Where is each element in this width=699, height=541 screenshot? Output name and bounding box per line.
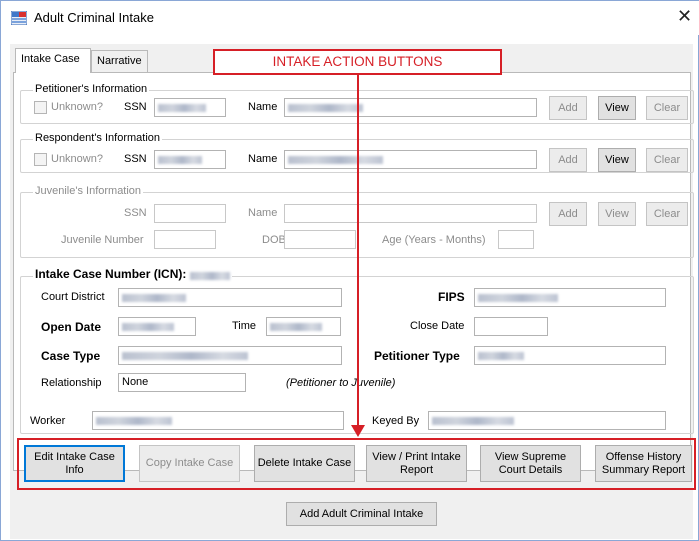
fips-label: FIPS — [438, 290, 465, 304]
respondent-name-label: Name — [248, 153, 278, 165]
case-type-field[interactable] — [118, 346, 342, 365]
open-date-field[interactable] — [118, 317, 196, 336]
respondent-name-field[interactable] — [284, 150, 537, 169]
petitioner-ssn-label: SSN — [124, 101, 147, 113]
fips-field[interactable] — [474, 288, 666, 307]
court-district-label: Court District — [41, 291, 105, 303]
relationship-label: Relationship — [41, 377, 102, 389]
petitioner-type-label: Petitioner Type — [374, 349, 460, 363]
juvenile-group-title: Juvenile's Information — [33, 185, 144, 197]
time-field[interactable] — [266, 317, 341, 336]
juvenile-name-label: Name — [248, 207, 278, 219]
respondent-unknown-label: Unknown? — [51, 153, 103, 165]
icn-value — [189, 272, 230, 281]
juvenile-name-field[interactable] — [284, 204, 537, 223]
form-icon — [11, 11, 27, 25]
keyed-by-label: Keyed By — [372, 415, 420, 427]
petitioner-add-button[interactable]: Add — [549, 96, 587, 120]
intake-action-buttons-callout: INTAKE ACTION BUTTONS — [213, 49, 502, 75]
worker-field[interactable] — [92, 411, 344, 430]
tab-narrative[interactable]: Narrative — [91, 50, 148, 72]
callout-arrow-line — [357, 75, 359, 427]
juvenile-age-field[interactable] — [498, 230, 534, 249]
petitioner-view-button[interactable]: View — [598, 96, 636, 120]
icn-label: Intake Case Number (ICN): — [33, 267, 232, 281]
time-label: Time — [232, 320, 257, 332]
intake-window: Adult Criminal Intake ✕ Intake Case Narr… — [0, 0, 699, 541]
juvenile-view-button[interactable]: View — [598, 202, 636, 226]
respondent-clear-button[interactable]: Clear — [646, 148, 688, 172]
petitioner-name-label: Name — [248, 101, 278, 113]
petitioner-unknown-checkbox[interactable] — [34, 101, 47, 114]
juvenile-number-label: Juvenile Number — [61, 234, 144, 246]
respondent-group-title: Respondent's Information — [33, 132, 163, 144]
window-title: Adult Criminal Intake — [34, 10, 154, 25]
action-buttons-highlight — [17, 438, 696, 490]
respondent-add-button[interactable]: Add — [549, 148, 587, 172]
juvenile-ssn-field[interactable] — [154, 204, 226, 223]
relationship-field[interactable]: None — [118, 373, 246, 392]
close-date-label: Close Date — [410, 320, 465, 332]
juvenile-ssn-label: SSN — [124, 207, 147, 219]
juvenile-add-button[interactable]: Add — [549, 202, 587, 226]
keyed-by-field[interactable] — [428, 411, 666, 430]
petitioner-unknown-label: Unknown? — [51, 101, 103, 113]
respondent-ssn-label: SSN — [124, 153, 147, 165]
callout-arrow-head — [351, 425, 365, 437]
respondent-ssn-field[interactable] — [154, 150, 226, 169]
court-district-field[interactable] — [118, 288, 342, 307]
petitioner-clear-button[interactable]: Clear — [646, 96, 688, 120]
juvenile-age-label: Age (Years - Months) — [382, 234, 486, 246]
juvenile-number-field[interactable] — [154, 230, 216, 249]
petitioner-type-field[interactable] — [474, 346, 666, 365]
worker-label: Worker — [30, 415, 66, 427]
relationship-note: (Petitioner to Juvenile) — [286, 377, 396, 389]
close-icon[interactable]: ✕ — [677, 6, 692, 27]
icn-label-text: Intake Case Number (ICN): — [35, 267, 187, 281]
case-type-label: Case Type — [41, 349, 101, 363]
petitioner-name-field[interactable] — [284, 98, 537, 117]
respondent-unknown-checkbox[interactable] — [34, 153, 47, 166]
title-bar: Adult Criminal Intake ✕ — [1, 1, 699, 35]
petitioner-ssn-field[interactable] — [154, 98, 226, 117]
respondent-view-button[interactable]: View — [598, 148, 636, 172]
juvenile-dob-field[interactable] — [284, 230, 356, 249]
juvenile-clear-button[interactable]: Clear — [646, 202, 688, 226]
petitioner-group-title: Petitioner's Information — [33, 83, 150, 95]
add-adult-criminal-intake-button[interactable]: Add Adult Criminal Intake — [286, 502, 437, 526]
juvenile-dob-label: DOB — [262, 234, 286, 246]
open-date-label: Open Date — [41, 320, 102, 334]
tab-intake-case[interactable]: Intake Case — [15, 48, 91, 73]
close-date-field[interactable] — [474, 317, 548, 336]
